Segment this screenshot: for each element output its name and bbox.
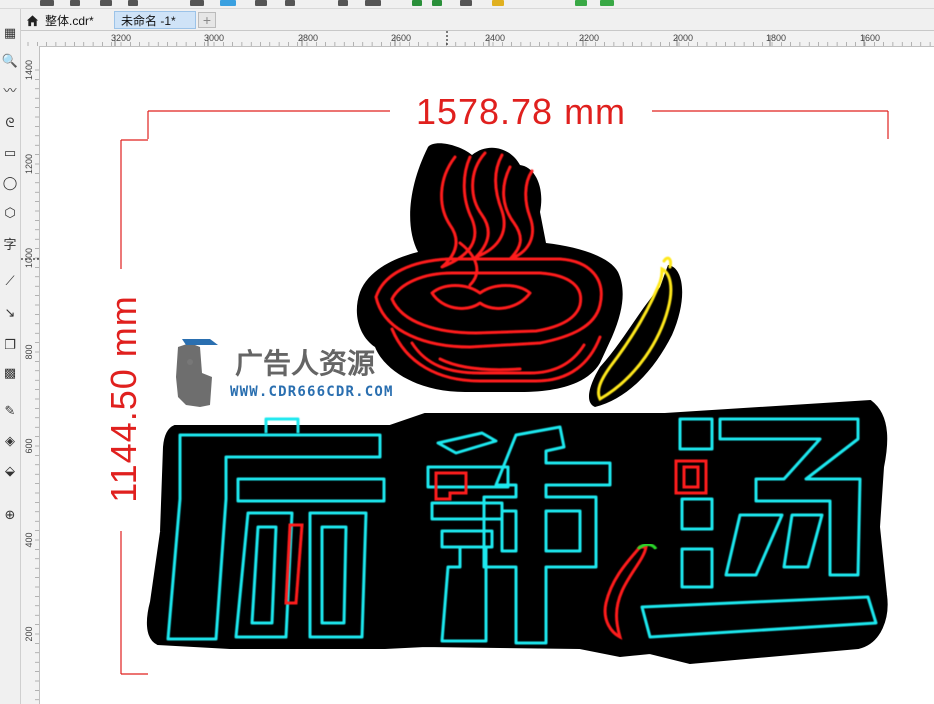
top-toolbar (0, 0, 934, 9)
ruler-top-tick-label: 1800 (766, 33, 786, 43)
ruler-left-tick-label: 200 (24, 626, 34, 641)
ruler-top-tick-label: 2400 (485, 33, 505, 43)
ruler-top-tick-label: 2200 (579, 33, 599, 43)
text-tool-icon[interactable]: 字 (0, 235, 20, 255)
ellipse-tool-icon[interactable]: ◯ (0, 173, 20, 193)
tab-label: 整体.cdr* (45, 13, 94, 28)
smart-fill-tool-icon[interactable]: ⬙ (0, 461, 20, 481)
new-tab-button[interactable]: + (198, 12, 216, 28)
ruler-left-tick-label: 1200 (24, 154, 34, 174)
add-tool-icon[interactable]: ⊕ (0, 505, 20, 525)
eyedropper-tool-icon[interactable]: ✎ (0, 401, 20, 421)
width-dimension-label: 1578.78 mm (416, 91, 626, 132)
drawing-canvas[interactable]: 1578.78 mm 1144.50 mm 广告人资源 WWW.CDR666CD… (40, 47, 934, 704)
artistic-media-tool-icon[interactable]: ᘓ (0, 113, 20, 133)
drop-shadow-tool-icon[interactable]: ❐ (0, 335, 20, 355)
crop-tool-icon[interactable]: ▦ (0, 23, 20, 43)
connector-tool-icon[interactable]: ↘ (0, 303, 20, 323)
height-dimension-label: 1144.50 mm (103, 295, 144, 502)
ruler-left-tick-label: 600 (24, 438, 34, 453)
transparency-tool-icon[interactable]: ▩ (0, 363, 20, 383)
vertical-ruler[interactable]: 1400 1200 1000 800 600 400 200 (21, 46, 40, 704)
tab-document-1[interactable]: 整体.cdr* (20, 11, 114, 29)
interactive-fill-tool-icon[interactable]: ◈ (0, 431, 20, 451)
ruler-left-tick-label: 1000 (24, 248, 34, 268)
bowl-backing (356, 143, 623, 392)
watermark-title: 广告人资源 (235, 347, 375, 380)
ruler-top-tick-label: 2600 (391, 33, 411, 43)
ruler-top-tick-label: 3000 (204, 33, 224, 43)
freehand-tool-icon[interactable]: 〰 (0, 81, 20, 101)
polygon-tool-icon[interactable]: ⬡ (0, 203, 20, 223)
tab-document-2[interactable]: 未命名 -1* (114, 11, 196, 29)
ruler-top-tick-label: 1600 (860, 33, 880, 43)
ruler-top-tick-label: 2000 (673, 33, 693, 43)
horizontal-ruler[interactable]: 3200 3000 2800 2600 2400 2200 2000 1800 1600 (21, 31, 934, 47)
ruler-left-tick-label: 400 (24, 532, 34, 547)
ruler-top-tick-label: 2800 (298, 33, 318, 43)
watermark-url: WWW.CDR666CDR.COM (230, 384, 394, 400)
home-icon[interactable] (26, 14, 39, 27)
watermark-logo: 广告人资源 WWW.CDR666CDR.COM (176, 339, 394, 407)
ruler-left-tick-label: 1400 (24, 60, 34, 80)
zoom-tool-icon[interactable]: 🔍 (0, 51, 20, 71)
neon-sign-artwork[interactable]: 广告人资源 WWW.CDR666CDR.COM (146, 143, 888, 665)
rectangle-tool-icon[interactable]: ▭ (0, 143, 20, 163)
toolbox: ▦ 🔍 〰 ᘓ ▭ ◯ ⬡ 字 ⟋ ↘ ❐ ▩ ✎ ◈ ⬙ ⊕ (0, 9, 21, 704)
ruler-left-tick-label: 800 (24, 344, 34, 359)
tab-label: 未命名 -1* (121, 13, 176, 28)
dimension-tool-icon[interactable]: ⟋ (0, 271, 20, 291)
document-tab-bar: 整体.cdr* 未命名 -1* + (0, 9, 934, 31)
ruler-top-tick-label: 3200 (111, 33, 131, 43)
